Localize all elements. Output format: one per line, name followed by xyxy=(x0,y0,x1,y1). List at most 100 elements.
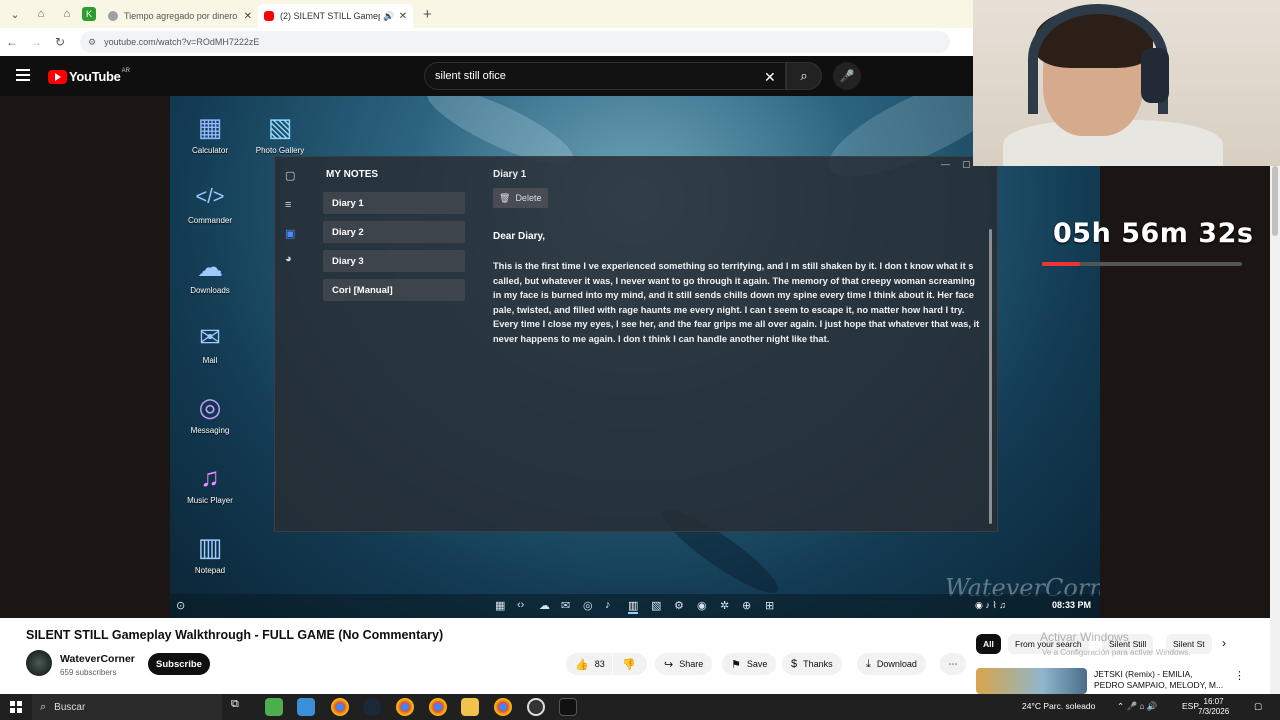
chrome-icon[interactable] xyxy=(396,698,414,716)
app-dark-icon[interactable] xyxy=(559,698,577,716)
tab-favicon-icon xyxy=(108,11,118,21)
weather-widget[interactable]: 24°C Parc. soleado xyxy=(1022,701,1095,711)
pinned-tab-3-icon[interactable]: K xyxy=(82,7,96,21)
obs-icon[interactable] xyxy=(527,698,545,716)
chrome-icon[interactable] xyxy=(331,698,349,716)
desktop-icon-calculator[interactable]: ▦ Calculator xyxy=(175,110,245,155)
thanks-button[interactable]: $ Thanks xyxy=(782,653,842,675)
start-icon[interactable]: ⊙ xyxy=(176,599,185,612)
recommended-thumbnail[interactable] xyxy=(976,668,1087,694)
video-icon[interactable]: ◉ xyxy=(697,599,707,612)
apps-grid-icon[interactable]: ⊞ xyxy=(765,599,774,612)
desktop-icon-commander[interactable]: </> Commander xyxy=(175,180,245,225)
photo-gallery-icon: ▧ xyxy=(267,112,293,142)
cloud-icon[interactable]: ☁ xyxy=(539,599,550,612)
maximize-icon[interactable]: ▢ xyxy=(962,159,971,170)
desktop-icon-notepad[interactable]: ▥ Notepad xyxy=(175,530,245,575)
chat-icon: ◎ xyxy=(198,392,222,422)
list-icon[interactable]: ≡ xyxy=(285,199,291,211)
clear-search-icon[interactable]: ✕ xyxy=(764,69,776,86)
note-item-diary-2[interactable]: Diary 2 xyxy=(323,221,465,243)
tab-youtube[interactable]: (2) SILENT STILL Gameplay 🔊 ✕ xyxy=(258,4,413,28)
desktop-icon-music-player[interactable]: ♫ Music Player xyxy=(175,460,245,505)
settings-icon[interactable]: ⚙ xyxy=(674,599,684,612)
tab-title: (2) SILENT STILL Gameplay xyxy=(280,11,380,21)
channel-name[interactable]: WateverCorner xyxy=(60,653,135,665)
chips-next-icon[interactable]: › xyxy=(1222,636,1226,650)
new-tab-icon[interactable]: + xyxy=(423,6,432,23)
youtube-logo[interactable]: YouTube AR xyxy=(48,68,130,84)
back-icon[interactable]: ← xyxy=(0,35,24,49)
code-icon: </> xyxy=(195,186,225,208)
chrome-icon[interactable] xyxy=(494,698,512,716)
recommended-more-icon[interactable]: ⋮ xyxy=(1234,669,1245,682)
search-button[interactable]: ⌕ xyxy=(786,62,822,90)
speaker-icon[interactable]: 🔊 xyxy=(383,11,394,22)
language-indicator[interactable]: ESP xyxy=(1182,701,1199,711)
page-scrollbar[interactable] xyxy=(1270,166,1280,696)
task-view-icon[interactable]: ⧉ xyxy=(231,698,249,716)
note-item-cori-manual[interactable]: Cori [Manual] xyxy=(323,279,465,301)
pinned-tab-1-icon[interactable]: ⌂ xyxy=(30,3,52,25)
globe-icon[interactable]: ⊕ xyxy=(742,599,751,612)
sidebar-toggle-icon[interactable]: ▢ xyxy=(285,169,295,182)
photo-icon[interactable]: ▧ xyxy=(651,599,661,612)
like-button[interactable]: 👍 83 xyxy=(566,653,612,675)
widget-icon[interactable]: ✲ xyxy=(720,599,729,612)
windows-start-icon[interactable] xyxy=(10,701,22,713)
dislike-button[interactable]: 👎 xyxy=(613,653,647,675)
reload-icon[interactable]: ↻ xyxy=(48,35,72,49)
avatar[interactable] xyxy=(26,650,52,676)
steam-icon[interactable] xyxy=(363,698,381,716)
desktop-icon-photo-gallery[interactable]: ▧ Photo Gallery xyxy=(245,110,315,155)
download-button[interactable]: ⤓ Download xyxy=(857,653,926,675)
more-icon: ⋯ xyxy=(948,658,958,669)
note-item-diary-3[interactable]: Diary 3 xyxy=(323,250,465,272)
close-tab-icon[interactable]: ✕ xyxy=(244,11,252,22)
voice-search-icon[interactable]: 🎤 xyxy=(833,62,861,90)
share-button[interactable]: ↪ Share xyxy=(655,653,713,675)
chat-icon[interactable]: ◎ xyxy=(583,599,593,612)
menu-icon[interactable] xyxy=(16,69,30,81)
search-input[interactable]: silent still ofice xyxy=(424,62,786,90)
windows-clock[interactable]: 16:07 7/3/2026 xyxy=(1198,697,1229,717)
code-icon[interactable]: ‹› xyxy=(517,599,524,611)
site-info-icon[interactable]: ⚙ xyxy=(88,37,96,48)
forward-icon[interactable]: → xyxy=(24,35,48,49)
desktop-icon-downloads[interactable]: ☁ Downloads xyxy=(175,250,245,295)
file-explorer-icon[interactable] xyxy=(461,698,479,716)
pinned-tab-2-icon[interactable]: ⌂ xyxy=(56,3,78,25)
notifications-icon[interactable]: ▢ xyxy=(1254,701,1262,712)
notes-icon[interactable]: ▣ xyxy=(285,227,295,240)
chip-all[interactable]: All xyxy=(976,634,1001,654)
tab-search-icon[interactable]: ⌄ xyxy=(4,3,26,25)
calculator-icon[interactable]: ▦ xyxy=(495,599,505,612)
close-tab-icon[interactable]: ✕ xyxy=(399,11,407,22)
browser-toolbar: ← → ↻ ⚙ youtube.com/watch?v=ROdMH7222zE xyxy=(0,28,973,56)
desktop-icon-mail[interactable]: ✉ Mail xyxy=(175,320,245,365)
tray-icons[interactable]: ⌃ 🎤 ⌂ 🔊 xyxy=(1117,701,1158,712)
music-icon: ♫ xyxy=(200,462,220,492)
tab-tiempo[interactable]: Tiempo agregado por dinero ✕ xyxy=(102,4,258,28)
app-green-icon[interactable] xyxy=(265,698,283,716)
note-body[interactable]: This is the first time I ve experienced … xyxy=(493,259,985,347)
save-button[interactable]: ⚑ Save xyxy=(722,653,777,675)
note-item-diary-1[interactable]: Diary 1 xyxy=(323,192,465,214)
recommended-title[interactable]: JETSKI (Remix) - EMILIA, PEDRO SAMPAIO, … xyxy=(1094,669,1224,691)
subscribe-button[interactable]: Subscribe xyxy=(148,653,210,675)
notepad-icon[interactable]: ▥ xyxy=(628,599,639,614)
app-blue-icon[interactable] xyxy=(297,698,315,716)
thumbs-down-icon: 👎 xyxy=(622,658,636,671)
scrollbar-thumb[interactable] xyxy=(1272,166,1278,236)
desktop-icon-messaging[interactable]: ◎ Messaging xyxy=(175,390,245,435)
chrome-icon[interactable] xyxy=(429,698,447,716)
mail-icon[interactable]: ✉ xyxy=(561,599,570,612)
delete-button[interactable]: 🗑 Delete xyxy=(493,188,548,208)
windows-search-input[interactable]: ⌕ Buscar xyxy=(32,694,222,720)
note-scrollbar[interactable] xyxy=(989,229,992,524)
palette-icon[interactable]: ◕ xyxy=(285,253,292,265)
minimize-icon[interactable]: — xyxy=(941,159,950,169)
more-actions-button[interactable]: ⋯ xyxy=(940,653,966,675)
address-bar[interactable]: ⚙ youtube.com/watch?v=ROdMH7222zE xyxy=(80,31,950,53)
music-icon[interactable]: ♪ xyxy=(605,599,611,611)
